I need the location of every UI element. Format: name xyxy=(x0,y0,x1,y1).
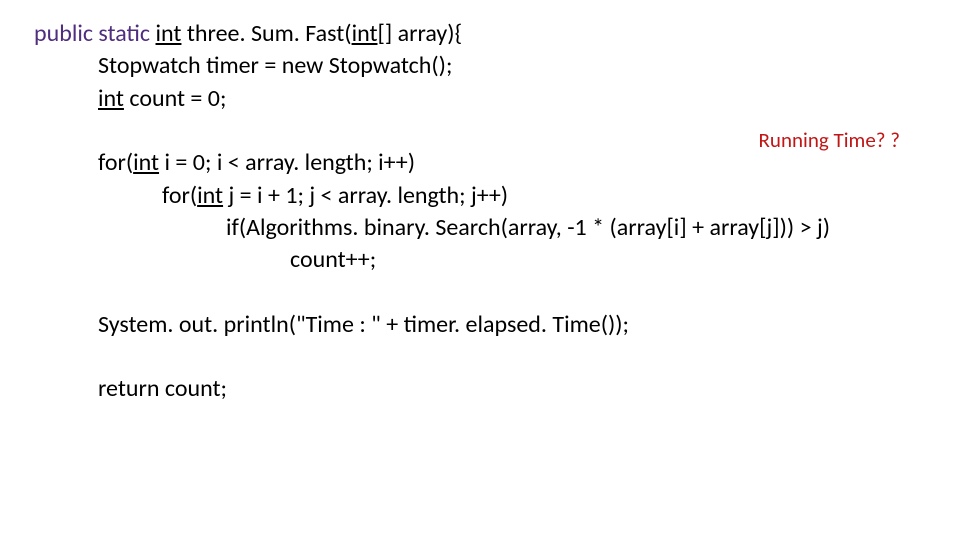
keyword-int-count: int xyxy=(98,84,124,113)
keyword-int-param: int xyxy=(352,19,378,48)
code-line-7: count++; xyxy=(34,244,926,276)
blank-line-3 xyxy=(34,341,926,373)
blank-line-2 xyxy=(34,277,926,309)
slide: public static int three. Sum. Fast(int[]… xyxy=(0,0,960,540)
code-line-8: System. out. println("Time : " + timer. … xyxy=(34,309,926,341)
keyword-int-i: int xyxy=(133,148,159,177)
code-line-6: if(Algorithms. binary. Search(array, -1 … xyxy=(34,212,926,244)
running-time-annotation: Running Time? ? xyxy=(759,127,900,153)
code-line-2: Stopwatch timer = new Stopwatch(); xyxy=(34,50,926,82)
keyword-public-static: public static xyxy=(34,19,150,48)
keyword-int-j: int xyxy=(197,181,223,210)
keyword-int: int xyxy=(156,19,182,48)
code-line-9: return count; xyxy=(34,373,926,405)
code-line-5: for(int j = i + 1; j < array. length; j+… xyxy=(34,180,926,212)
code-line-1: public static int three. Sum. Fast(int[]… xyxy=(34,18,926,50)
code-line-3: int count = 0; xyxy=(34,83,926,115)
